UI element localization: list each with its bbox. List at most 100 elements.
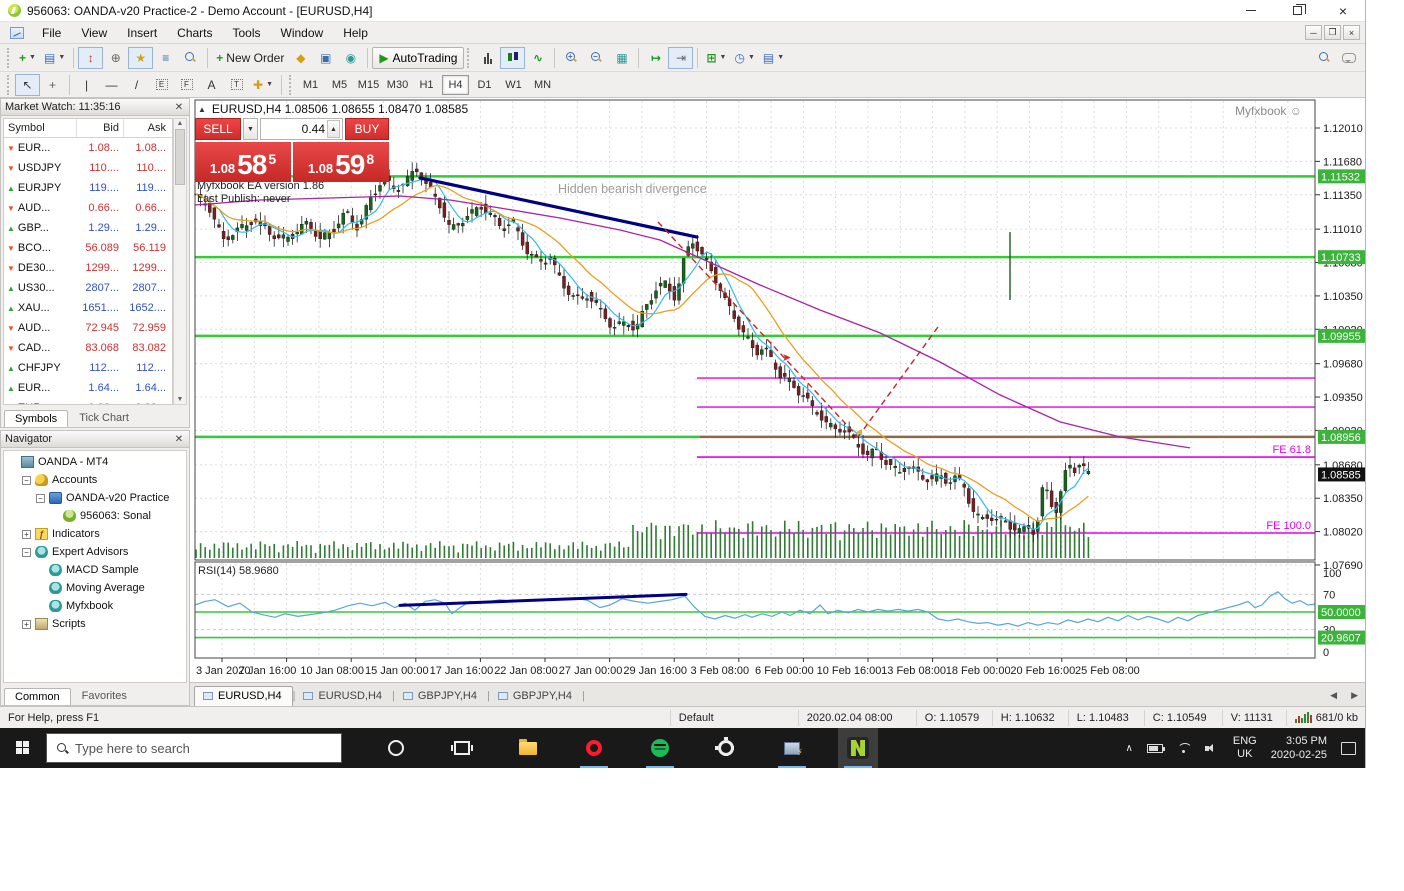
menu-insert[interactable]: Insert — [117, 23, 167, 43]
minimize-button[interactable] — [1228, 0, 1274, 22]
navigator-tab-common[interactable]: Common — [4, 688, 71, 705]
spread-field[interactable]: 0.44▲ — [260, 118, 343, 140]
sell-button[interactable]: SELL — [195, 118, 241, 140]
chart-tab-0[interactable]: EURUSD,H4 — [194, 686, 293, 706]
market-watch-row[interactable]: ▲EUR...1.64...1.64... — [4, 378, 172, 398]
community-button[interactable]: ◉ — [338, 47, 363, 69]
sell-price-display[interactable]: 1.08585 — [195, 142, 291, 182]
timeframe-h1[interactable]: H1 — [413, 75, 440, 95]
new-chart-button[interactable]: +▼ — [15, 47, 40, 69]
navigator-item-moving-average[interactable]: Moving Average — [4, 579, 186, 597]
menu-tools[interactable]: Tools — [223, 23, 271, 43]
indicator-list-button[interactable]: ⊞▼ — [702, 47, 730, 69]
cortana-button[interactable] — [376, 728, 416, 768]
menu-view[interactable]: View — [71, 23, 117, 43]
menu-charts[interactable]: Charts — [167, 23, 222, 43]
timeframe-m1[interactable]: M1 — [297, 75, 324, 95]
chart-shift-button[interactable]: ⇥ — [668, 47, 693, 69]
wifi-icon[interactable] — [1177, 743, 1191, 754]
market-watch-scrollbar[interactable]: ▲▼ — [173, 118, 187, 405]
navigator-toggle[interactable]: ★ — [128, 47, 153, 69]
notification-center-icon[interactable] — [1341, 742, 1356, 755]
navigator-header[interactable]: Navigator ✕ — [1, 431, 189, 448]
fibonacci-tool[interactable]: F — [174, 74, 199, 96]
expert-advisors-button[interactable]: ▣ — [313, 47, 338, 69]
new-order-button[interactable]: +New Order — [212, 47, 288, 69]
file-explorer-button[interactable] — [508, 728, 548, 768]
zoom-out-button[interactable]: − — [584, 47, 609, 69]
market-watch-row[interactable]: ▼AUD...0.66...0.66... — [4, 198, 172, 218]
market-watch-row[interactable]: ▲GBP...1.29...1.29... — [4, 218, 172, 238]
timeframe-d1[interactable]: D1 — [471, 75, 498, 95]
market-watch-row[interactable]: ▼EUR...1.08...1.08... — [4, 138, 172, 158]
timeframe-mn[interactable]: MN — [529, 75, 556, 95]
language-indicator[interactable]: ENGUK — [1233, 735, 1257, 761]
chart-tab-3[interactable]: GBPJPY,H4 — [490, 687, 582, 706]
close-button[interactable]: × — [1320, 0, 1366, 22]
mdi-close-button[interactable]: × — [1343, 25, 1360, 40]
menu-window[interactable]: Window — [271, 23, 334, 43]
cursor-tool[interactable]: ↖ — [15, 74, 40, 96]
label-tool[interactable]: T — [224, 74, 249, 96]
channel-tool[interactable]: E — [149, 74, 174, 96]
buy-price-display[interactable]: 1.08598 — [293, 142, 389, 182]
mt4-taskbar-button[interactable] — [838, 728, 878, 768]
timeframe-w1[interactable]: W1 — [500, 75, 527, 95]
autotrading-button[interactable]: ▶AutoTrading — [372, 47, 464, 69]
battery-icon[interactable] — [1147, 744, 1163, 753]
start-button[interactable] — [0, 728, 46, 768]
navigator-item-oanda-mt4[interactable]: OANDA - MT4 — [4, 453, 186, 471]
expand-icon[interactable]: + — [22, 620, 31, 629]
buy-button[interactable]: BUY — [345, 118, 389, 140]
navigator-close-icon[interactable]: ✕ — [173, 434, 185, 445]
crosshair-tool[interactable]: + — [40, 74, 65, 96]
collapse-icon[interactable]: − — [36, 494, 45, 503]
mdi-minimize-button[interactable]: ─ — [1305, 25, 1322, 40]
market-watch-row[interactable]: ▼AUD...72.94572.959 — [4, 318, 172, 338]
settings-button[interactable] — [706, 728, 746, 768]
search-icon[interactable] — [1319, 52, 1330, 63]
market-watch-row[interactable]: ▲EURJPY119....119.... — [4, 178, 172, 198]
zoom-in-button[interactable]: + — [559, 47, 584, 69]
navigator-item-myfxbook[interactable]: Myfxbook — [4, 597, 186, 615]
horizontal-line-tool[interactable]: — — [99, 74, 124, 96]
chat-icon[interactable] — [1342, 53, 1356, 63]
auto-scroll-button[interactable]: ↦ — [643, 47, 668, 69]
timeframe-m5[interactable]: M5 — [326, 75, 353, 95]
navigator-item-macd-sample[interactable]: MACD Sample — [4, 561, 186, 579]
tab-scroll-right-icon[interactable]: ▶ — [1351, 690, 1358, 701]
market-watch-row[interactable]: ▼DE30...1299...1299... — [4, 258, 172, 278]
spotify-button[interactable] — [640, 728, 680, 768]
price-chart[interactable]: 1.120101.116801.113501.110101.106801.103… — [190, 98, 1366, 682]
text-tool[interactable]: A — [199, 74, 224, 96]
timeframe-h4[interactable]: H4 — [442, 75, 469, 95]
navigator-item-indicators[interactable]: +ƒIndicators — [4, 525, 186, 543]
tile-windows-button[interactable]: ▦ — [609, 47, 634, 69]
toolbar-drag-handle2[interactable] — [7, 75, 12, 95]
indicators-button[interactable]: ◆ — [288, 47, 313, 69]
opera-button[interactable] — [574, 728, 614, 768]
navigator-item-expert-advisors[interactable]: −Expert Advisors — [4, 543, 186, 561]
periods-button[interactable]: ◷▼ — [730, 47, 758, 69]
mdi-restore-button[interactable]: ❐ — [1324, 25, 1341, 40]
task-view-button[interactable] — [442, 728, 482, 768]
clock-display[interactable]: 3:05 PM2020-02-25 — [1271, 734, 1327, 762]
market-watch-tab-symbols[interactable]: Symbols — [4, 410, 68, 427]
speaker-icon[interactable] — [1205, 743, 1219, 754]
bar-chart-button[interactable] — [475, 47, 500, 69]
chart-tab-1[interactable]: EURUSD,H4 — [295, 687, 392, 706]
market-watch-row[interactable]: ▲XAU...1651....1652.... — [4, 298, 172, 318]
navigator-tab-favorites[interactable]: Favorites — [71, 687, 138, 705]
market-watch-row[interactable]: ▲CHFJPY112....112.... — [4, 358, 172, 378]
market-watch-toggle[interactable]: ↕ — [78, 47, 103, 69]
vertical-line-tool[interactable]: | — [74, 74, 99, 96]
tray-chevron-icon[interactable]: ∧ — [1126, 743, 1133, 754]
market-watch-row[interactable]: ▼BCO...56.08956.119 — [4, 238, 172, 258]
timeframe-m30[interactable]: M30 — [384, 75, 411, 95]
market-watch-row[interactable]: ▲EUR...0.83...0.83... — [4, 398, 172, 405]
order-type-dropdown[interactable]: ▼ — [243, 118, 258, 140]
candlestick-button[interactable] — [500, 47, 525, 69]
market-watch-row[interactable]: ▼CAD...83.06883.082 — [4, 338, 172, 358]
trendline-tool[interactable]: / — [124, 74, 149, 96]
installer-button[interactable] — [772, 728, 812, 768]
